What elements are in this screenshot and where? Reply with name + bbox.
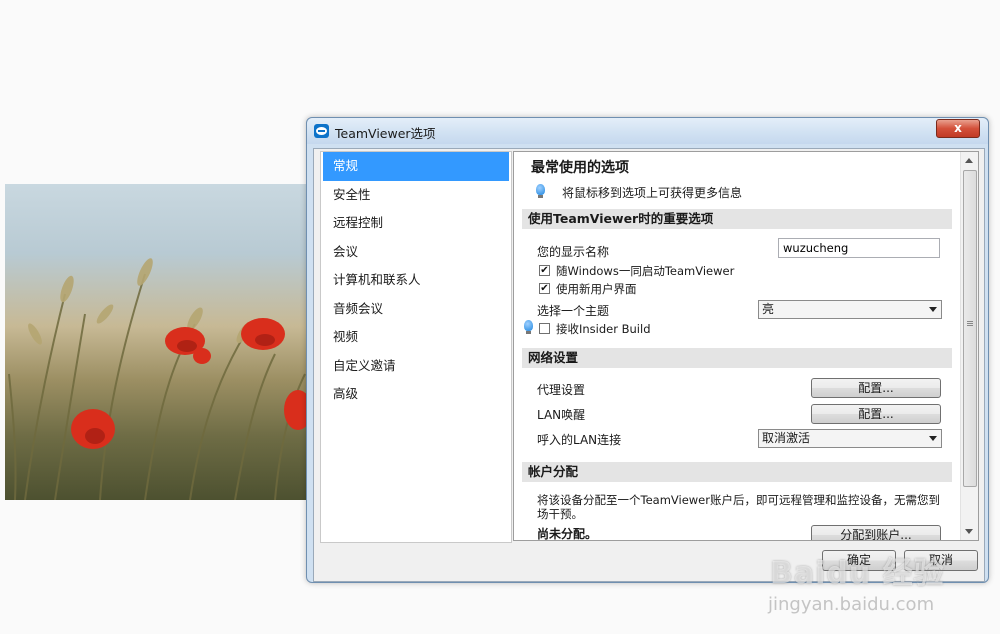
watermark-url: jingyan.baidu.com [768, 594, 935, 615]
start-with-windows-label: 随Windows一同启动TeamViewer [556, 264, 735, 278]
page-title: 最常使用的选项 [531, 160, 629, 176]
section-header-network: 网络设置 [522, 348, 952, 368]
section-header-important: 使用TeamViewer时的重要选项 [522, 209, 952, 229]
options-panel: 最常使用的选项 将鼠标移到选项上可获得更多信息 使用TeamViewer时的重要… [513, 151, 979, 541]
nav-item-computers-contacts[interactable]: 计算机和联系人 [321, 266, 511, 295]
window-title: TeamViewer选项 [335, 126, 436, 141]
hint-text: 将鼠标移到选项上可获得更多信息 [562, 186, 743, 200]
lan-wake-configure-button[interactable]: 配置... [811, 404, 941, 424]
new-ui-label: 使用新用户界面 [556, 282, 637, 296]
theme-label: 选择一个主题 [537, 304, 610, 318]
dialog-client-area: 常规 安全性 远程控制 会议 计算机和联系人 音频会议 视频 自定义邀请 高级 … [313, 148, 985, 582]
category-list: 常规 安全性 远程控制 会议 计算机和联系人 音频会议 视频 自定义邀请 高级 [320, 151, 512, 543]
scroll-up-icon[interactable] [965, 158, 973, 163]
scrollbar-thumb[interactable] [963, 170, 977, 487]
incoming-lan-select-value: 取消激活 [762, 431, 811, 445]
teamviewer-logo-icon [314, 124, 329, 138]
display-name-input[interactable] [778, 238, 940, 258]
nav-item-advanced[interactable]: 高级 [321, 380, 511, 409]
options-dialog: TeamViewer选项 x 常规 安全性 远程控制 会议 计算机和联系人 音频… [306, 117, 989, 583]
display-name-label: 您的显示名称 [537, 245, 610, 259]
proxy-configure-button[interactable]: 配置... [811, 378, 941, 398]
theme-select[interactable]: 亮 [758, 300, 942, 319]
background-photo [5, 184, 308, 500]
insider-build-label: 接收Insider Build [556, 322, 651, 336]
nav-item-video[interactable]: 视频 [321, 323, 511, 352]
grip-icon [967, 321, 973, 322]
section-header-account: 帐户分配 [522, 462, 952, 482]
insider-build-checkbox[interactable] [539, 323, 550, 334]
chevron-down-icon [929, 307, 937, 312]
incoming-lan-select[interactable]: 取消激活 [758, 429, 942, 448]
theme-select-value: 亮 [762, 302, 775, 316]
vertical-scrollbar[interactable] [960, 152, 978, 540]
account-description: 将该设备分配至一个TeamViewer账户后，即可远程管理和监控设备，无需您到场… [537, 493, 940, 521]
nav-item-general[interactable]: 常规 [323, 152, 509, 181]
close-button[interactable]: x [936, 119, 980, 138]
new-ui-checkbox[interactable]: ✔ [539, 283, 550, 294]
assign-account-button[interactable]: 分配到账户... [811, 525, 941, 540]
title-bar[interactable]: TeamViewer选项 x [307, 118, 988, 144]
nav-item-custom-invitation[interactable]: 自定义邀请 [321, 352, 511, 381]
account-status: 尚未分配。 [537, 527, 598, 541]
nav-item-audio-conference[interactable]: 音频会议 [321, 295, 511, 324]
lan-wake-label: LAN唤醒 [537, 408, 586, 422]
incoming-lan-label: 呼入的LAN连接 [537, 433, 622, 447]
nav-item-meeting[interactable]: 会议 [321, 238, 511, 267]
scroll-down-icon[interactable] [965, 529, 973, 534]
baidu-watermark: Baidu 经验 [770, 556, 945, 591]
lightbulb-icon [524, 320, 533, 334]
proxy-settings-label: 代理设置 [537, 383, 586, 397]
lightbulb-icon [536, 184, 545, 198]
chevron-down-icon [929, 436, 937, 441]
start-with-windows-checkbox[interactable]: ✔ [539, 265, 550, 276]
nav-item-security[interactable]: 安全性 [321, 181, 511, 210]
nav-item-remote-control[interactable]: 远程控制 [321, 209, 511, 238]
